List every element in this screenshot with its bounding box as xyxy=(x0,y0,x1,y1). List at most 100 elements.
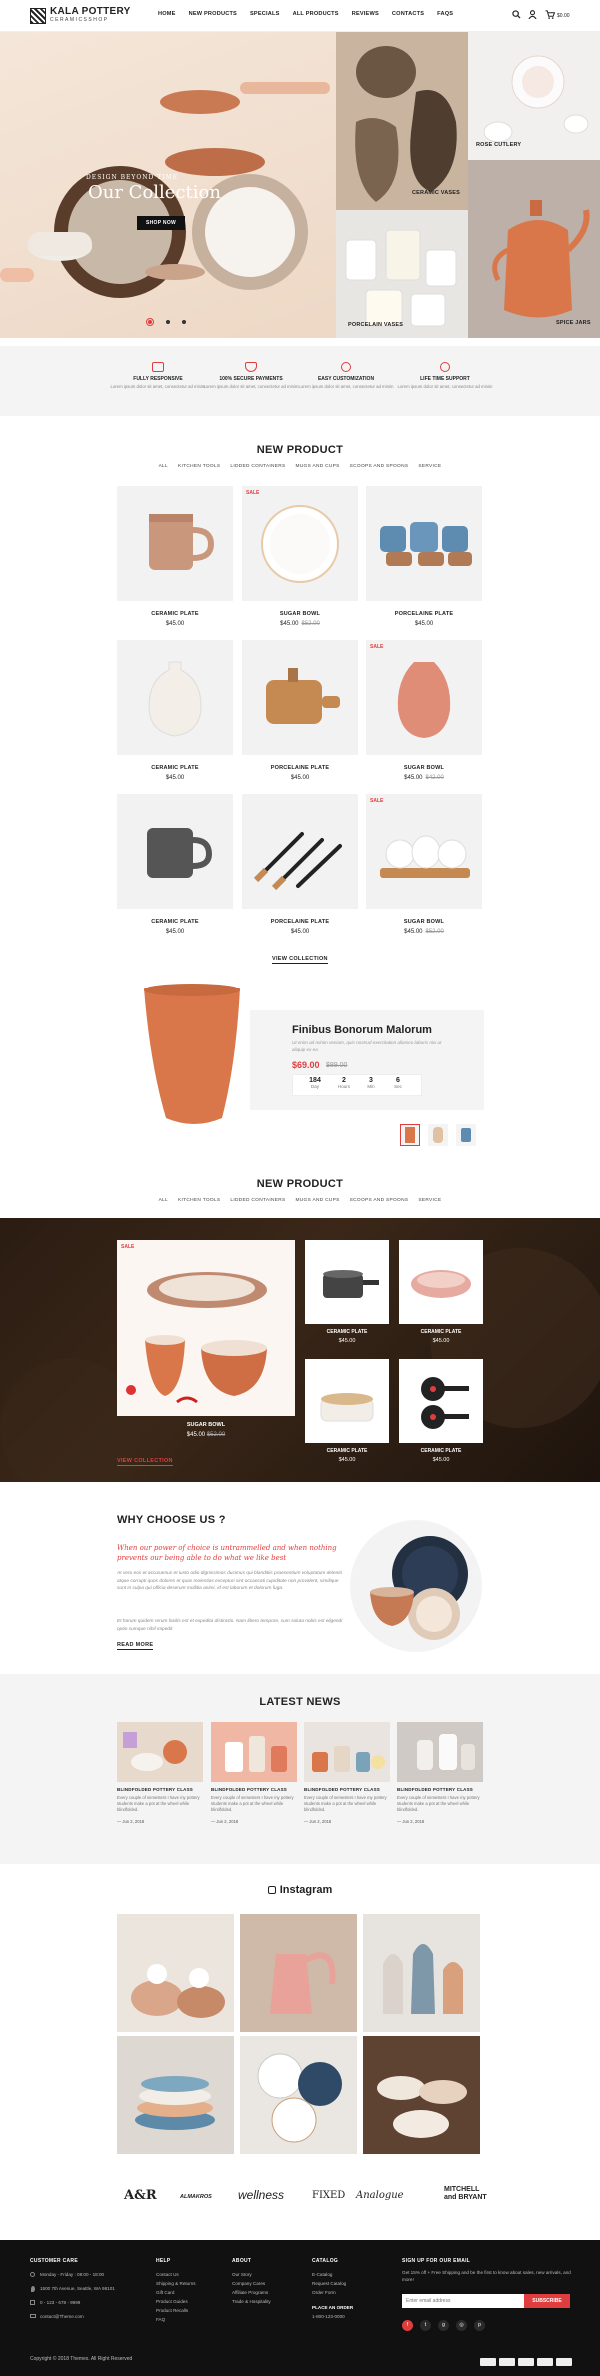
product-card[interactable]: SALE SUGAR BOWL $45.00 $52.00 xyxy=(366,794,482,935)
brand-logo[interactable]: A&R xyxy=(124,2188,157,2203)
deal-thumb-active[interactable] xyxy=(400,1124,420,1146)
shop-now-button[interactable]: SHOP NOW xyxy=(137,216,185,230)
footer-email[interactable]: contact@Theme.com xyxy=(40,2314,84,2319)
nav-home[interactable]: HOME xyxy=(158,11,176,17)
brand-logo[interactable]: FIXED xyxy=(312,2190,345,2201)
cart-total[interactable]: $0.00 xyxy=(557,13,570,19)
nav-contacts[interactable]: CONTACTS xyxy=(392,11,424,17)
product-card[interactable]: PORCELAINE PLATE $45.00 xyxy=(242,794,358,935)
product-card[interactable]: CERAMIC PLATE $45.00 xyxy=(117,640,233,781)
news-card[interactable]: BLINDFOLDED POTTERY CLASS Every couple o… xyxy=(397,1722,483,1824)
product-card[interactable]: CERAMIC PLATE $45.00 xyxy=(399,1359,483,1463)
product-card[interactable]: SALE SUGAR BOWL $45.00 $42.00 xyxy=(366,640,482,781)
footer-phone[interactable]: 0 - 123 - 678 - 9999 xyxy=(40,2300,80,2305)
footer-link[interactable]: Gift Card xyxy=(156,2290,174,2295)
news-card[interactable]: BLINDFOLDED POTTERY CLASS Every couple o… xyxy=(211,1722,297,1824)
news-card[interactable]: BLINDFOLDED POTTERY CLASS Every couple o… xyxy=(117,1722,203,1824)
facebook-icon[interactable]: f xyxy=(402,2320,413,2331)
logo-title: KALA POTTERY xyxy=(50,6,131,17)
footer-link[interactable]: E-Catalog xyxy=(312,2272,332,2277)
nav-new-products[interactable]: NEW PRODUCTS xyxy=(189,11,237,17)
footer-link[interactable]: FAQ xyxy=(156,2317,165,2322)
product-card[interactable]: SALE SUGAR BOWL $45.00 $52.00 xyxy=(242,486,358,627)
twitter-icon[interactable]: t xyxy=(420,2320,431,2331)
brand-logo[interactable]: Analogue xyxy=(356,2190,404,2201)
view-collection-link[interactable]: VIEW COLLECTION xyxy=(117,1458,173,1466)
tab-kitchen-tools[interactable]: KITCHEN TOOLS xyxy=(178,464,220,469)
tile-rose-cutlery[interactable]: ROSE CUTLERY xyxy=(468,32,600,160)
slider-dot[interactable] xyxy=(166,320,170,324)
instagram-icon[interactable]: ◎ xyxy=(456,2320,467,2331)
brand-logo[interactable]: wellness xyxy=(238,2188,284,2202)
nav-all-products[interactable]: ALL PRODUCTS xyxy=(293,11,339,17)
read-more-link[interactable]: READ MORE xyxy=(117,1642,154,1650)
instagram-photo[interactable] xyxy=(240,1914,357,2032)
brand-logo[interactable]: ALMAKROS xyxy=(180,2194,212,2200)
tab-mugs-and-cups[interactable]: MUGS AND CUPS xyxy=(296,1198,340,1203)
nav-reviews[interactable]: REVIEWS xyxy=(352,11,379,17)
search-icon[interactable] xyxy=(512,10,521,19)
tab-all[interactable]: ALL xyxy=(159,1198,168,1203)
footer-link[interactable]: Order Form xyxy=(312,2290,336,2295)
pinterest-icon[interactable]: p xyxy=(474,2320,485,2331)
tab-scoops-and-spoons[interactable]: SCOOPS AND SPOONS xyxy=(350,1198,409,1203)
product-name: PORCELAINE PLATE xyxy=(394,611,454,617)
footer-link[interactable]: Product Guides xyxy=(156,2299,188,2304)
tab-all[interactable]: ALL xyxy=(159,464,168,469)
tab-lidded-containers[interactable]: LIDDED CONTAINERS xyxy=(230,1198,285,1203)
tab-lidded-containers[interactable]: LIDDED CONTAINERS xyxy=(230,464,285,469)
product-card[interactable]: CERAMIC PLATE $45.00 xyxy=(399,1240,483,1344)
tile-ceramic-vases[interactable]: CERAMIC VASES xyxy=(336,32,468,210)
news-card[interactable]: BLINDFOLDED POTTERY CLASS Every couple o… xyxy=(304,1722,390,1824)
tile-porcelain-vases[interactable]: PORCELAIN VASES xyxy=(336,210,468,338)
footer-link[interactable]: Contact Us xyxy=(156,2272,179,2277)
footer-order-phone[interactable]: 1-800-123-0000 xyxy=(312,2314,345,2319)
user-icon[interactable] xyxy=(528,10,537,19)
footer-link[interactable]: Request Catalog xyxy=(312,2281,346,2286)
news-date: — Jun 2, 2018 xyxy=(117,1818,145,1824)
product-card[interactable]: PORCELAINE PLATE $45.00 xyxy=(366,486,482,627)
tab-scoops-and-spoons[interactable]: SCOOPS AND SPOONS xyxy=(350,464,409,469)
countdown-minutes: 3 Min xyxy=(367,1077,375,1089)
view-collection-link[interactable]: VIEW COLLECTION xyxy=(272,956,328,964)
instagram-photo[interactable] xyxy=(363,1914,480,2032)
instagram-photo[interactable] xyxy=(117,1914,234,2032)
instagram-photo[interactable] xyxy=(117,2036,234,2154)
product-card[interactable]: CERAMIC PLATE $45.00 xyxy=(305,1240,389,1344)
footer-link[interactable]: Shipping & Returns xyxy=(156,2281,196,2286)
nav-faqs[interactable]: FAQS xyxy=(437,11,453,17)
spice-jars-image xyxy=(468,160,600,338)
instagram-photo[interactable] xyxy=(240,2036,357,2154)
cart-icon[interactable] xyxy=(545,10,555,19)
footer-link[interactable]: Trade & Hospitality xyxy=(232,2299,271,2304)
why-paragraph: At vero eos et accusamus et iusto odio d… xyxy=(117,1571,342,1592)
tab-service[interactable]: SERVICE xyxy=(418,464,441,469)
tab-service[interactable]: SERVICE xyxy=(418,1198,441,1203)
product-card[interactable]: CERAMIC PLATE $45.00 xyxy=(305,1359,389,1463)
news-image xyxy=(117,1722,203,1782)
product-card[interactable]: CERAMIC PLATE $45.00 xyxy=(117,794,233,935)
subscribe-button[interactable]: SUBSCRIBE xyxy=(524,2294,570,2308)
footer-link[interactable]: Affiliate Programs xyxy=(232,2290,268,2295)
deal-thumb[interactable] xyxy=(456,1124,476,1146)
brand-logo[interactable]: MITCHELL and BRYANT xyxy=(444,2186,490,2201)
feature-title: 100% SECURE PAYMENTS xyxy=(219,376,283,382)
deal-thumb[interactable] xyxy=(428,1124,448,1146)
instagram-photo[interactable] xyxy=(363,2036,480,2154)
slider-dot-active[interactable] xyxy=(146,318,154,326)
email-input[interactable] xyxy=(402,2294,524,2308)
tab-kitchen-tools[interactable]: KITCHEN TOOLS xyxy=(178,1198,220,1203)
footer-link[interactable]: Our Story xyxy=(232,2272,252,2277)
footer-link[interactable]: Company Cares xyxy=(232,2281,265,2286)
google-icon[interactable]: g xyxy=(438,2320,449,2331)
footer-link[interactable]: Product Recalls xyxy=(156,2308,188,2313)
tile-spice-jars[interactable]: SPICE JARS xyxy=(468,160,600,338)
news-desc: Every couple of semesters I have my pott… xyxy=(304,1795,387,1812)
slider-dot[interactable] xyxy=(182,320,186,324)
featured-product-image[interactable]: SALE xyxy=(117,1240,295,1416)
nav-specials[interactable]: SPECIALS xyxy=(250,11,280,17)
product-card[interactable]: CERAMIC PLATE $45.00 xyxy=(117,486,233,627)
tab-mugs-and-cups[interactable]: MUGS AND CUPS xyxy=(296,464,340,469)
product-card[interactable]: PORCELAINE PLATE $45.00 xyxy=(242,640,358,781)
product-name: CERAMIC PLATE xyxy=(151,919,199,925)
